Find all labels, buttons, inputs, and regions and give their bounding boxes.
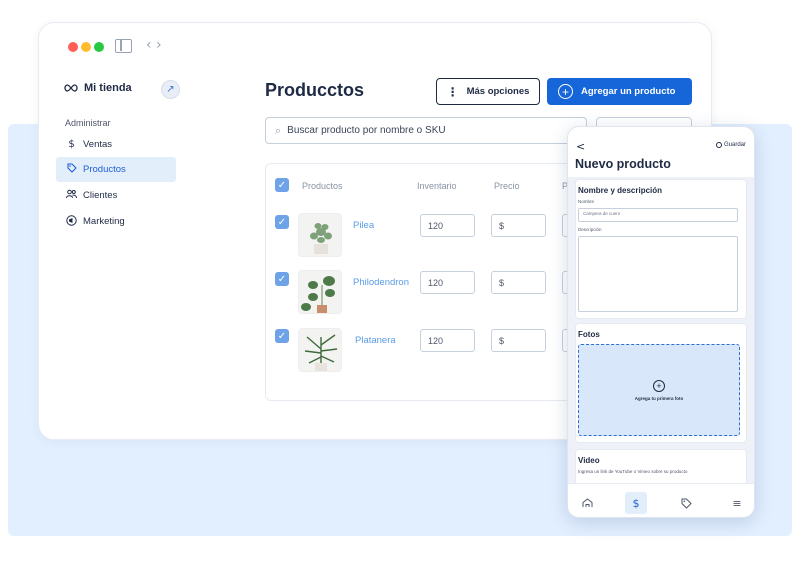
sidebar-item-label: Marketing [83, 216, 125, 227]
search-icon: ⌕ [275, 123, 282, 137]
mobile-page-title: Nuevo producto [575, 157, 671, 171]
column-header-precio: Precio [494, 181, 520, 191]
name-label: Nombre [578, 199, 595, 204]
plus-circle-icon: + [558, 84, 573, 99]
column-header-inventario: Inventario [417, 181, 457, 191]
add-product-button[interactable]: + Agregar un producto [547, 78, 692, 105]
add-product-label: Agregar un producto [581, 86, 676, 97]
sidebar-section-label: Administrar [65, 118, 111, 128]
dollar-icon: $ [68, 139, 75, 150]
product-name-pilea[interactable]: Pilea [353, 220, 374, 231]
price-input-philodendron[interactable]: $ [491, 271, 546, 294]
store-switcher[interactable]: Mi tienda [64, 82, 132, 94]
minimize-window-button[interactable] [81, 42, 91, 52]
product-name-philodendron[interactable]: Philodendron [353, 277, 409, 288]
product-thumbnail-pilea [298, 213, 342, 257]
video-title: Video [578, 456, 600, 465]
product-thumbnail-platanera [298, 328, 342, 372]
stage: ‹ › Mi tienda ↗ Administrar $ Ventas Pro… [0, 0, 800, 562]
mobile-tab-bar: $ ≡ [568, 483, 754, 517]
inventory-input-philodendron[interactable]: 120 [420, 271, 475, 294]
sidebar-item-productos[interactable]: Productos [56, 157, 176, 182]
menu-icon[interactable]: ≡ [726, 492, 748, 514]
check-circle-icon [715, 142, 722, 148]
save-label: Guardar [723, 142, 746, 148]
name-input[interactable]: Campera de cuero [578, 208, 738, 222]
video-hint: Ingresa un link de YouTube o Vimeo sobre… [578, 469, 688, 474]
inventory-input-platanera[interactable]: 120 [420, 329, 475, 352]
search-field[interactable]: ⌕ Buscar producto por nombre o SKU [265, 117, 587, 144]
product-name-platanera[interactable]: Platanera [355, 335, 396, 346]
users-icon [66, 189, 77, 202]
row-checkbox-platanera[interactable]: ✓ [275, 329, 289, 343]
back-button[interactable]: < [576, 140, 585, 153]
close-window-button[interactable] [68, 42, 78, 52]
home-icon[interactable] [576, 492, 598, 514]
megaphone-icon [66, 214, 77, 229]
select-all-checkbox[interactable]: ✓ [275, 178, 289, 192]
search-placeholder: Buscar producto por nombre o SKU [287, 125, 446, 136]
column-header-productos: Productos [302, 181, 343, 191]
sidebar-item-label: Productos [83, 164, 126, 175]
external-link-icon[interactable]: ↗ [161, 80, 180, 99]
photo-cta: Agrega tu primera foto [634, 395, 684, 401]
tag-icon[interactable] [675, 492, 697, 514]
save-button[interactable]: Guardar [715, 142, 746, 148]
description-textarea[interactable] [578, 236, 738, 312]
more-options-label: Más opciones [466, 86, 530, 97]
maximize-window-button[interactable] [94, 42, 104, 52]
sidebar-item-clientes[interactable]: Clientes [56, 183, 176, 208]
infinity-icon [64, 84, 78, 92]
more-options-button[interactable]: ⋮ Más opciones [436, 78, 540, 105]
kebab-icon: ⋮ [446, 84, 459, 99]
photos-title: Fotos [578, 330, 600, 339]
row-checkbox-pilea[interactable]: ✓ [275, 215, 289, 229]
page-title: Producctos [265, 80, 365, 100]
price-input-pilea[interactable]: $ [491, 214, 546, 237]
sidebar-item-ventas[interactable]: $ Ventas [56, 132, 176, 157]
row-checkbox-philodendron[interactable]: ✓ [275, 272, 289, 286]
inventory-input-pilea[interactable]: 120 [420, 214, 475, 237]
name-description-title: Nombre y descripción [578, 186, 663, 195]
code-icon[interactable]: ‹ › [146, 37, 162, 53]
price-input-platanera[interactable]: $ [491, 329, 546, 352]
dollar-icon[interactable]: $ [625, 492, 647, 514]
photo-dropzone[interactable]: + Agrega tu primera foto [578, 344, 740, 436]
description-label: Descripción [578, 227, 602, 232]
sidebar-item-marketing[interactable]: Marketing [56, 209, 176, 234]
sidebar-item-label: Ventas [83, 139, 113, 150]
product-thumbnail-philodendron [298, 270, 342, 314]
store-name: Mi tienda [84, 82, 132, 94]
plus-circle-icon: + [653, 379, 665, 392]
sidebar-item-label: Clientes [83, 190, 118, 201]
sidebar-toggle-icon[interactable] [115, 39, 132, 53]
tag-icon [66, 163, 77, 176]
